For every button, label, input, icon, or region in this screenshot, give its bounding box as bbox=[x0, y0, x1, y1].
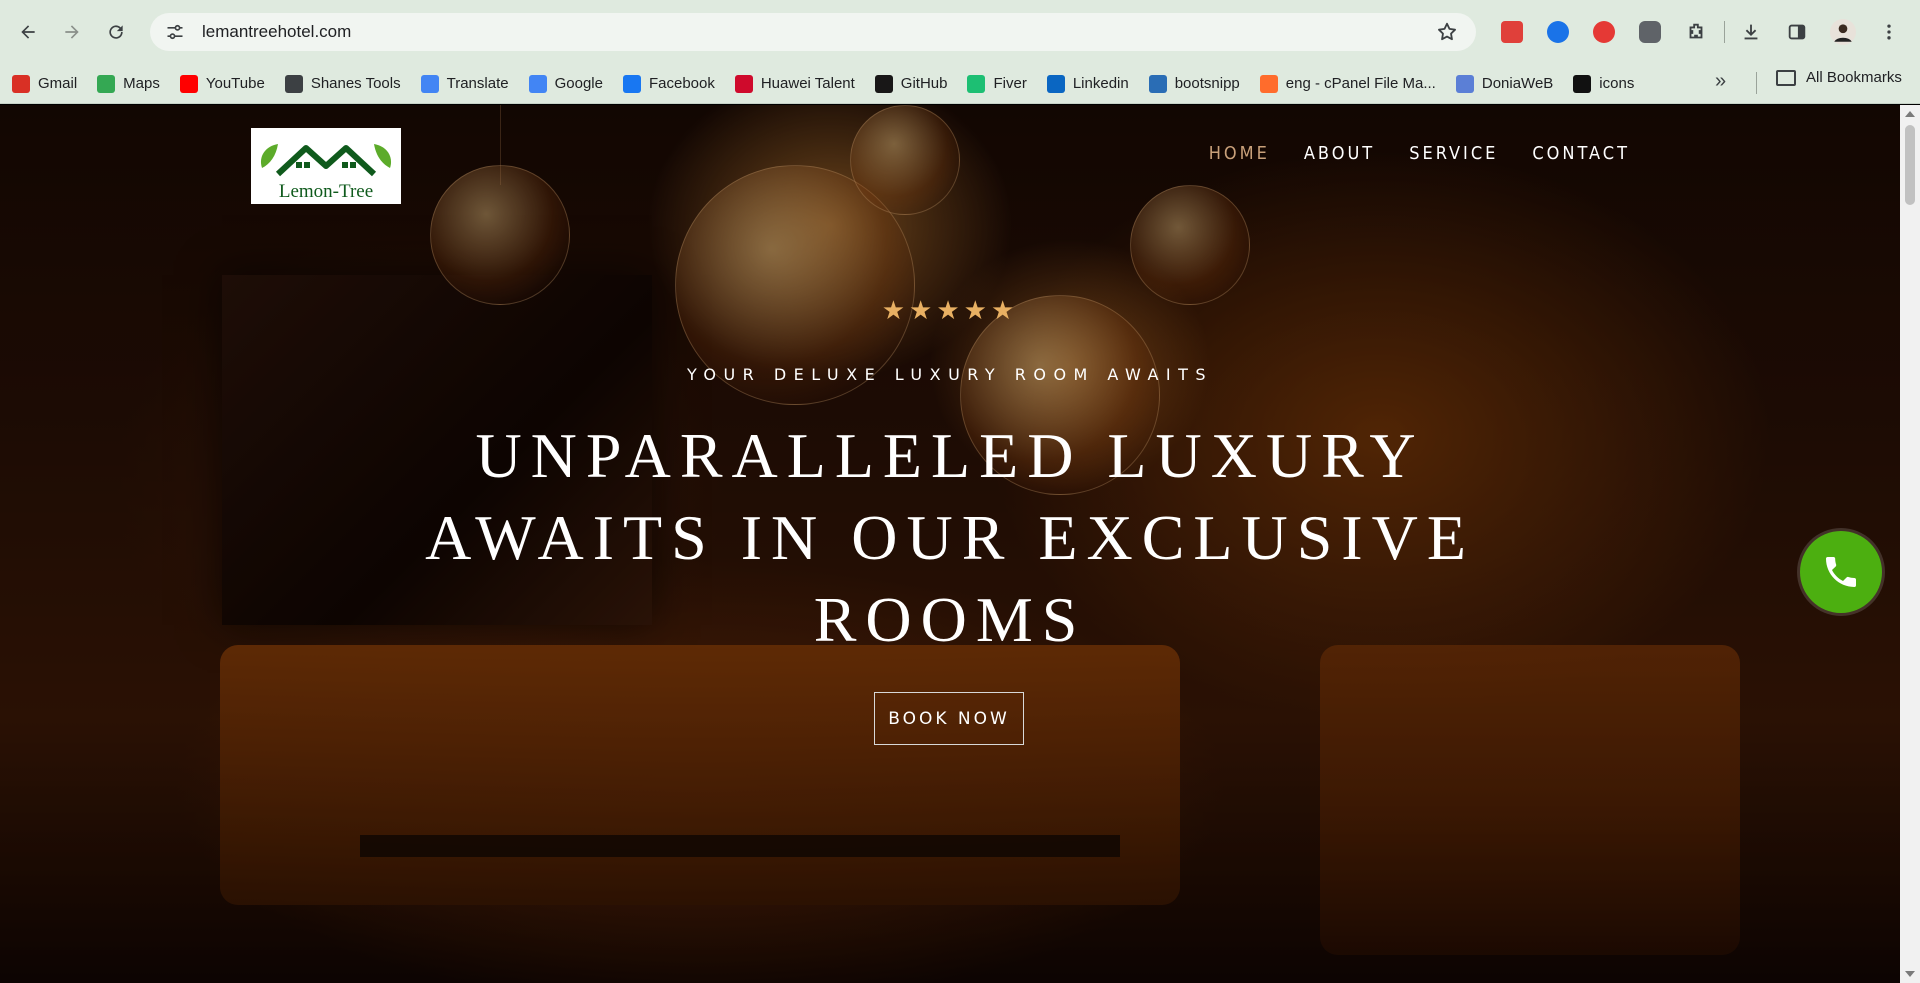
back-icon[interactable] bbox=[10, 14, 46, 50]
linkedin-icon bbox=[1046, 74, 1065, 93]
bookmarks-divider bbox=[1756, 72, 1757, 94]
all-bookmarks-label: All Bookmarks bbox=[1806, 69, 1902, 86]
doniaweb-icon bbox=[1455, 74, 1474, 93]
bookmark-label: Gmail bbox=[38, 75, 78, 92]
bookmark-label: eng - cPanel File Ma... bbox=[1285, 75, 1436, 92]
phone-call-button[interactable] bbox=[1800, 531, 1882, 613]
browser-toolbar: lemantreehotel.com bbox=[0, 0, 1920, 64]
fiverr-icon bbox=[967, 74, 986, 93]
hero-headline: UNPARALLELED LUXURY AWAITS IN OUR EXCLUS… bbox=[425, 420, 1475, 655]
bookmark-item[interactable]: Linkedin bbox=[1046, 69, 1129, 99]
page-viewport: Lemon-Tree HOME ABOUT SERVICE CONTACT ★★… bbox=[0, 105, 1900, 983]
bookmark-item[interactable]: icons bbox=[1573, 69, 1634, 99]
extension-robot-icon[interactable] bbox=[1632, 14, 1668, 50]
page-scrollbar[interactable] bbox=[1900, 105, 1920, 983]
book-now-button[interactable]: BOOK NOW bbox=[874, 692, 1024, 745]
bookmark-label: GitHub bbox=[900, 75, 948, 92]
address-bar[interactable]: lemantreehotel.com bbox=[150, 13, 1476, 51]
scroll-up-arrow-icon[interactable] bbox=[1905, 111, 1915, 117]
huawei-icon bbox=[734, 74, 753, 93]
bookmark-item[interactable]: eng - cPanel File Ma... bbox=[1259, 69, 1436, 99]
bookmark-item[interactable]: Facebook bbox=[622, 69, 715, 99]
download-manager-icon[interactable] bbox=[1540, 14, 1576, 50]
bookmark-label: icons bbox=[1599, 75, 1635, 92]
bookmarks-overflow-icon[interactable]: » bbox=[1715, 70, 1726, 93]
bookmark-label: Translate bbox=[446, 75, 509, 92]
extensions-puzzle-icon[interactable] bbox=[1678, 14, 1714, 50]
bookmark-label: Fiver bbox=[993, 75, 1027, 92]
extension-red-icon[interactable] bbox=[1494, 14, 1530, 50]
toolbar-divider bbox=[1724, 21, 1725, 43]
bookmark-item[interactable]: Google bbox=[528, 69, 603, 99]
url-text: lemantreehotel.com bbox=[202, 22, 352, 41]
bookmark-item[interactable]: Huawei Talent bbox=[734, 69, 855, 99]
bootsnipp-icon bbox=[1148, 74, 1167, 93]
scroll-thumb[interactable] bbox=[1905, 125, 1915, 205]
profile-avatar[interactable] bbox=[1825, 14, 1861, 50]
bookmark-item[interactable]: Maps bbox=[97, 69, 160, 99]
google-icon bbox=[528, 74, 547, 93]
extensions-area bbox=[1494, 14, 1917, 50]
bookmark-item[interactable]: Translate bbox=[420, 69, 509, 99]
hero-section: ★★★★★ YOUR DELUXE LUXURY ROOM AWAITS UNP… bbox=[0, 105, 1900, 983]
bookmark-label: Google bbox=[554, 75, 603, 92]
chrome-menu-icon[interactable] bbox=[1871, 14, 1907, 50]
rating-stars: ★★★★★ bbox=[881, 295, 1019, 325]
all-bookmarks-button[interactable]: All Bookmarks bbox=[1776, 69, 1902, 86]
adblock-icon[interactable] bbox=[1586, 14, 1622, 50]
folder-icon bbox=[1776, 69, 1796, 86]
bookmark-item[interactable]: YouTube bbox=[179, 69, 265, 99]
bookmark-item[interactable]: Fiver bbox=[967, 69, 1027, 99]
bookmark-item[interactable]: DoniaWeB bbox=[1455, 69, 1554, 99]
bookmark-label: Linkedin bbox=[1072, 75, 1129, 92]
cpanel-icon bbox=[1259, 74, 1278, 93]
scroll-down-arrow-icon[interactable] bbox=[1905, 971, 1915, 977]
youtube-icon bbox=[179, 74, 198, 93]
gmail-icon bbox=[12, 74, 30, 93]
bookmark-item[interactable]: Shanes Tools bbox=[284, 69, 401, 99]
globe-icon bbox=[284, 74, 303, 93]
bookmark-label: Shanes Tools bbox=[310, 75, 401, 92]
facebook-icon bbox=[622, 74, 641, 93]
forward-icon[interactable] bbox=[54, 14, 90, 50]
reload-icon[interactable] bbox=[98, 14, 134, 50]
hero-subtitle: YOUR DELUXE LUXURY ROOM AWAITS bbox=[686, 365, 1214, 384]
phone-icon bbox=[1826, 557, 1856, 587]
bookmark-item[interactable]: GitHub bbox=[874, 69, 948, 99]
bookmark-item[interactable]: bootsnipp bbox=[1148, 69, 1240, 99]
bookmarks-bar: Gmail Maps YouTube Shanes Tools Translate Goo… bbox=[0, 64, 1920, 104]
site-info-icon[interactable] bbox=[164, 21, 186, 43]
icons-icon bbox=[1573, 74, 1592, 93]
side-panel-icon[interactable] bbox=[1779, 14, 1815, 50]
bookmark-label: Facebook bbox=[648, 75, 715, 92]
bookmark-label: Huawei Talent bbox=[760, 75, 855, 92]
bookmark-label: YouTube bbox=[205, 75, 265, 92]
github-icon bbox=[874, 74, 893, 93]
bookmark-item[interactable]: Gmail bbox=[12, 69, 77, 99]
translate-icon bbox=[420, 74, 439, 93]
downloads-icon[interactable] bbox=[1733, 14, 1769, 50]
bookmark-label: DoniaWeB bbox=[1481, 75, 1554, 92]
bookmark-label: bootsnipp bbox=[1174, 75, 1240, 92]
maps-icon bbox=[97, 74, 116, 93]
bookmark-star-icon[interactable] bbox=[1436, 21, 1458, 43]
bookmark-label: Maps bbox=[123, 75, 160, 92]
